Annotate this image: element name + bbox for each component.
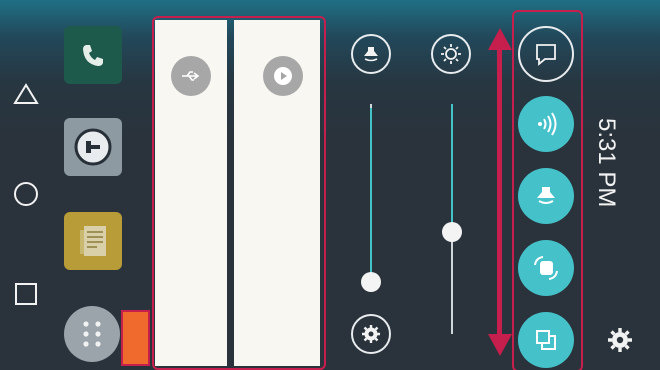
settings-button[interactable] <box>606 326 634 354</box>
phone-icon <box>83 45 103 66</box>
rotate-icon <box>534 256 558 280</box>
clock: 5:31 PM <box>593 118 620 208</box>
recents-button[interactable] <box>8 276 44 312</box>
highlighted-tab[interactable] <box>121 310 150 366</box>
multi-window-toggle[interactable] <box>518 312 574 368</box>
notes-icon <box>80 226 106 256</box>
sound-toggle[interactable] <box>518 168 574 224</box>
screen: 5:31 PM <box>0 0 660 370</box>
home-button[interactable] <box>8 176 44 212</box>
back-button[interactable] <box>8 76 44 112</box>
grid-dots-icon <box>83 321 101 347</box>
phone-app[interactable] <box>64 26 122 84</box>
nfc-toggle[interactable] <box>518 96 574 152</box>
notes-app[interactable] <box>64 212 122 270</box>
nfc-icon <box>538 112 557 136</box>
bell-icon <box>537 187 555 204</box>
bell-icon[interactable] <box>351 34 391 74</box>
entertainment-app[interactable] <box>64 118 122 176</box>
brightness-thumb[interactable] <box>442 222 462 242</box>
ring-volume-fill <box>370 108 372 280</box>
triangle-icon <box>13 83 39 104</box>
circle-icon <box>14 182 38 206</box>
gear-icon <box>608 328 632 352</box>
notification-panels-highlight <box>152 16 326 370</box>
app-drawer-button[interactable] <box>64 306 120 362</box>
navigation-bar <box>0 0 52 370</box>
edit-quick-settings-button[interactable] <box>518 26 574 82</box>
gear-icon[interactable] <box>351 314 391 354</box>
multiwindow-icon <box>536 330 556 350</box>
square-icon <box>15 283 37 305</box>
brightness-fill <box>451 104 453 230</box>
speaker-icon <box>74 128 112 166</box>
rotate-toggle[interactable] <box>518 240 574 296</box>
brightness-icon[interactable] <box>431 34 471 74</box>
edit-icon <box>536 44 556 66</box>
ring-volume-thumb[interactable] <box>361 272 381 292</box>
